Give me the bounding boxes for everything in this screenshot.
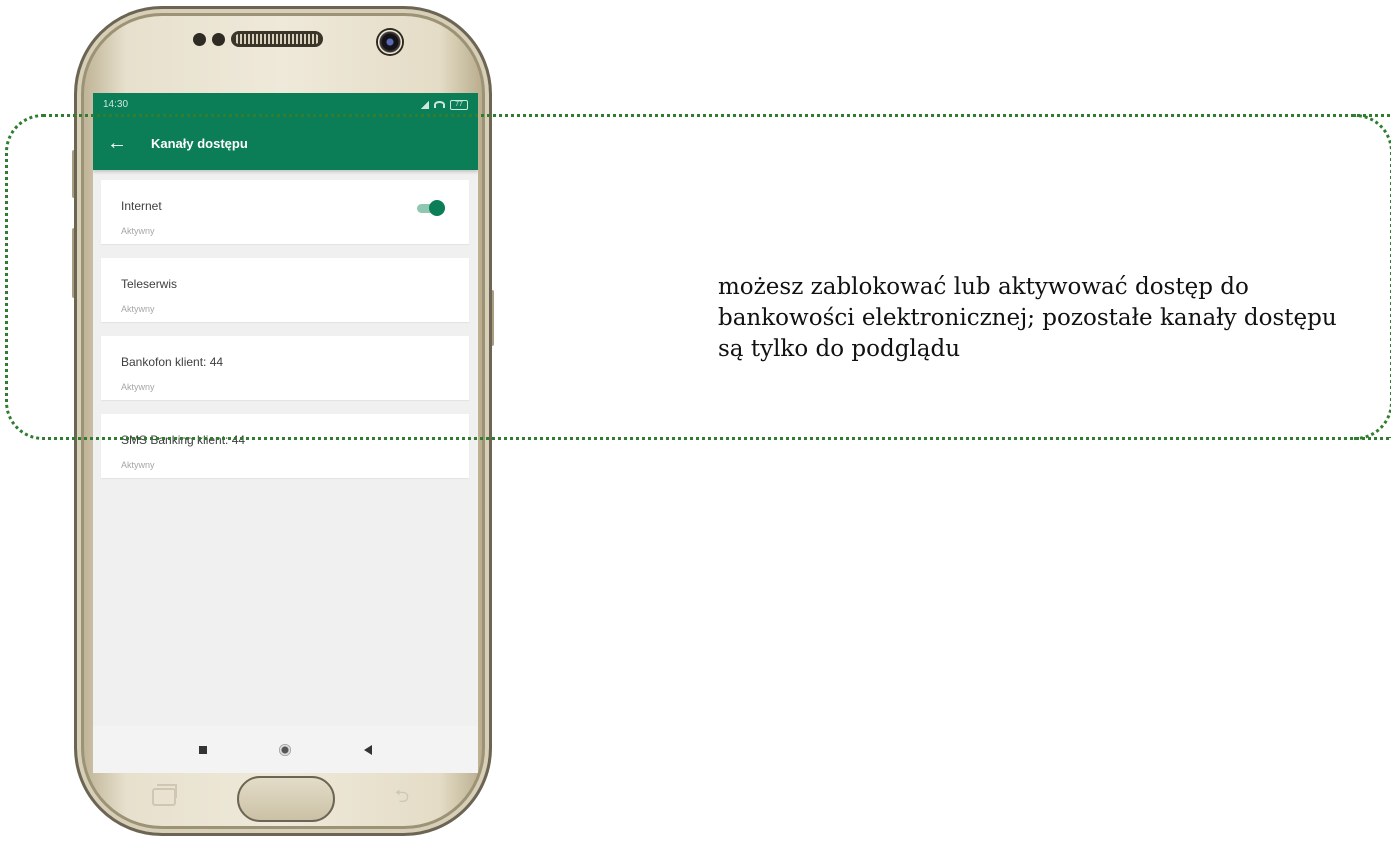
channel-status: Aktywny — [121, 460, 155, 470]
earpiece-speaker — [231, 31, 323, 47]
sensor-dot — [212, 33, 225, 46]
home-button — [237, 776, 335, 822]
android-nav-bar — [93, 726, 478, 773]
recent-apps-icon[interactable] — [199, 745, 208, 754]
recent-apps-key-icon — [152, 784, 177, 806]
back-icon[interactable] — [363, 744, 372, 755]
wifi-icon — [434, 101, 445, 108]
signal-icon — [420, 100, 429, 109]
home-icon[interactable] — [279, 743, 292, 756]
battery-icon: 77 — [450, 99, 468, 110]
callout-text: możesz zablokować lub aktywować dostęp d… — [718, 274, 1337, 362]
callout-frame-end — [1353, 114, 1391, 440]
status-bar: 14:30 77 — [93, 93, 478, 116]
front-camera — [378, 30, 402, 54]
sensor-dot — [193, 33, 206, 46]
status-icons: 77 — [420, 99, 468, 110]
back-key-icon: ⮌ — [394, 786, 410, 806]
status-time: 14:30 — [103, 99, 129, 110]
